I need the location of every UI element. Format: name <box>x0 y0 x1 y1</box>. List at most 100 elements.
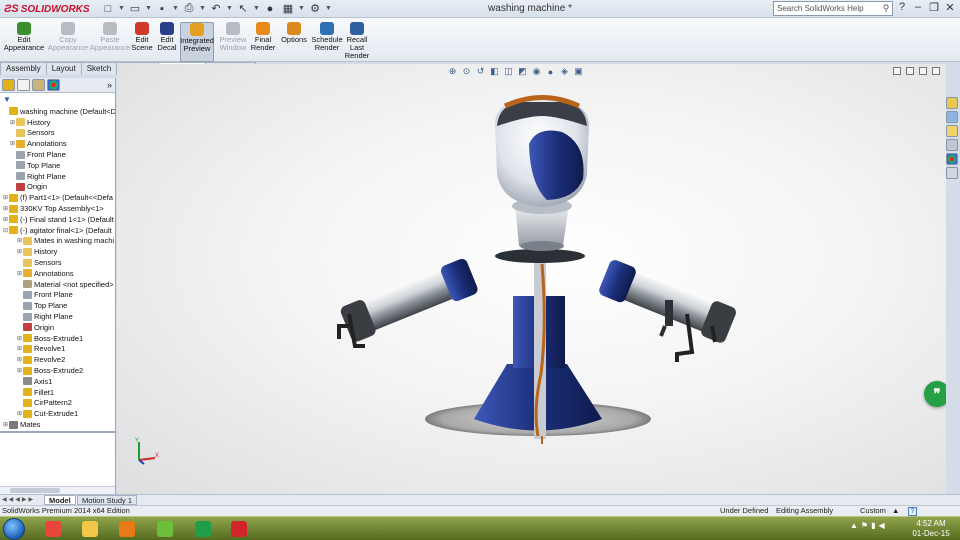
tab-model[interactable]: Model <box>44 495 76 505</box>
preview-window-button[interactable]: Preview Window <box>218 22 248 62</box>
chevron-down-icon[interactable]: ▼ <box>325 1 332 16</box>
chevron-down-icon[interactable]: ▼ <box>172 1 179 16</box>
new-document-icon[interactable]: □ <box>100 1 116 16</box>
close-icon[interactable]: ✕ <box>944 1 956 14</box>
taskbar-app-button[interactable] <box>75 518 105 540</box>
edit-appearance-button[interactable]: Edit Appearance <box>4 22 44 62</box>
start-orb-icon[interactable] <box>3 518 25 540</box>
taskbar-app-button[interactable] <box>224 518 254 540</box>
tree-item[interactable]: washing machine (Default<D <box>0 106 115 117</box>
edit-decal-button[interactable]: Edit Decal <box>157 22 177 62</box>
schedule-render-button[interactable]: Schedule Render <box>311 22 343 62</box>
expand-toggle-icon[interactable]: ⊞ <box>16 335 23 342</box>
hide-show-icon[interactable]: ◉ <box>531 66 542 77</box>
tree-item[interactable]: Origin <box>0 322 115 333</box>
file-properties-icon[interactable]: ▦ <box>280 1 296 16</box>
tree-item[interactable]: Sensors <box>0 257 115 268</box>
expand-toggle-icon[interactable]: ⊞ <box>2 216 9 223</box>
taskbar-app-button[interactable] <box>150 518 180 540</box>
expand-toggle-icon[interactable]: ⊞ <box>16 270 23 277</box>
tree-item[interactable]: ⊞ Annotations <box>0 138 115 149</box>
taskbar-app-button[interactable] <box>112 518 142 540</box>
configuration-manager-tab-icon[interactable] <box>32 79 45 91</box>
view-palette-icon[interactable] <box>946 139 958 151</box>
zoom-to-fit-icon[interactable]: ⊕ <box>447 66 458 77</box>
expand-toggle-icon[interactable]: ⊞ <box>16 237 23 244</box>
panel-splitter[interactable] <box>0 431 115 433</box>
tab-navigation-arrows-icon[interactable]: ◀◀◀▶▶ <box>2 496 35 503</box>
appearances-scenes-icon[interactable] <box>946 153 958 165</box>
tree-item[interactable]: ⊞ Cut-Extrude1 <box>0 408 115 419</box>
graphics-viewport[interactable]: ⊕ ⊙ ↺ ◧ ◫ ◩ ◉ ● ◈ ▣ Y X ❞ <box>117 64 946 494</box>
hangouts-chat-bubble-icon[interactable]: ❞ <box>924 381 946 407</box>
display-manager-tab-icon[interactable] <box>47 79 60 91</box>
expand-toggle-icon[interactable]: ⊞ <box>16 345 23 352</box>
search-icon[interactable]: ⚲ <box>880 3 892 14</box>
expand-toggle-icon[interactable]: ⊞ <box>16 248 23 255</box>
copy-appearance-button[interactable]: Copy Appearance <box>48 22 88 62</box>
minimize-icon[interactable]: – <box>912 1 924 14</box>
tree-item[interactable]: Front Plane <box>0 149 115 160</box>
rebuild-icon[interactable]: ● <box>262 1 278 16</box>
expand-toggle-icon[interactable]: ⊞ <box>16 367 23 374</box>
undo-icon[interactable]: ↶ <box>208 1 224 16</box>
help-menu-icon[interactable]: ? <box>896 1 908 14</box>
tree-item[interactable]: ⊞ Revolve1 <box>0 344 115 355</box>
washing-machine-model[interactable] <box>117 64 946 494</box>
tree-item[interactable]: Top Plane <box>0 300 115 311</box>
tree-item[interactable]: ⊞ (f) Part1<1> (Default<<Defa <box>0 192 115 203</box>
scrollbar-thumb[interactable] <box>10 488 60 493</box>
chevron-down-icon[interactable]: ▼ <box>118 1 125 16</box>
display-style-icon[interactable]: ◩ <box>517 66 528 77</box>
tree-item[interactable]: Right Plane <box>0 311 115 322</box>
flag-icon[interactable]: ⚑ <box>861 521 868 530</box>
expand-toggle-icon[interactable]: ⊟ <box>2 227 9 234</box>
tree-item[interactable]: ⊞ History <box>0 246 115 257</box>
zoom-to-area-icon[interactable]: ⊙ <box>461 66 472 77</box>
tree-item[interactable]: ⊞ (-) Final stand 1<1> (Default <box>0 214 115 225</box>
tree-item[interactable]: ⊞ Mates in washing machi <box>0 236 115 247</box>
select-arrow-icon[interactable]: ↖ <box>235 1 251 16</box>
viewport-minimize-icon[interactable] <box>893 67 901 75</box>
viewport-close-icon[interactable] <box>932 67 940 75</box>
system-clock[interactable]: 4:52 AM 01-Dec-15 <box>905 519 957 539</box>
chevron-up-icon[interactable]: ▲ <box>892 506 899 516</box>
more-tabs-icon[interactable]: » <box>107 80 112 90</box>
tree-item[interactable]: Top Plane <box>0 160 115 171</box>
help-search-input[interactable]: Search SolidWorks Help ⚲ <box>773 1 893 16</box>
edit-appearance-icon[interactable]: ● <box>545 66 556 77</box>
tree-item[interactable]: ⊞ Annotations <box>0 268 115 279</box>
open-folder-icon[interactable]: ▭ <box>127 1 143 16</box>
expand-toggle-icon[interactable]: ⊞ <box>2 194 9 201</box>
tree-filter[interactable]: ▼ <box>0 94 115 104</box>
tree-item[interactable]: ⊞ Boss-Extrude1 <box>0 333 115 344</box>
expand-toggle-icon[interactable]: ⊞ <box>16 410 23 417</box>
tree-item[interactable]: ⊞ History <box>0 117 115 128</box>
expand-toggle-icon[interactable]: ⊞ <box>9 140 16 147</box>
integrated-preview-button[interactable]: Integrated Preview <box>180 22 214 62</box>
taskbar-app-button[interactable] <box>38 518 68 540</box>
options-button[interactable]: Options <box>280 22 308 62</box>
previous-view-icon[interactable]: ↺ <box>475 66 486 77</box>
tree-item[interactable]: Origin <box>0 182 115 193</box>
help-status-icon[interactable]: ? <box>908 507 917 516</box>
tree-item[interactable]: Axis1 <box>0 376 115 387</box>
tab-layout[interactable]: Layout <box>45 62 82 75</box>
options-gear-icon[interactable]: ⚙ <box>307 1 323 16</box>
tree-item[interactable]: ⊟ (-) agitator final<1> (Default <box>0 225 115 236</box>
edit-scene-button[interactable]: Edit Scene <box>131 22 153 62</box>
show-hidden-icons-icon[interactable]: ▲ <box>850 521 858 530</box>
unit-system-selector[interactable]: Custom <box>860 506 886 516</box>
tree-item[interactable]: Right Plane <box>0 171 115 182</box>
file-explorer-icon[interactable] <box>946 125 958 137</box>
section-view-icon[interactable]: ◧ <box>489 66 500 77</box>
tree-item[interactable]: CirPattern2 <box>0 398 115 409</box>
filter-icon[interactable]: ▼ <box>3 95 11 104</box>
horizontal-scrollbar[interactable] <box>0 486 115 494</box>
tree-item[interactable]: ⊞ Boss-Extrude2 <box>0 365 115 376</box>
tree-item[interactable]: Sensors <box>0 128 115 139</box>
tab-sketch[interactable]: Sketch <box>80 62 118 75</box>
taskbar-app-button[interactable] <box>188 518 218 540</box>
tree-item[interactable]: ⊞ Mates <box>0 419 115 430</box>
tree-item[interactable]: ⊞ 330KV Top Assembly<1> <box>0 203 115 214</box>
